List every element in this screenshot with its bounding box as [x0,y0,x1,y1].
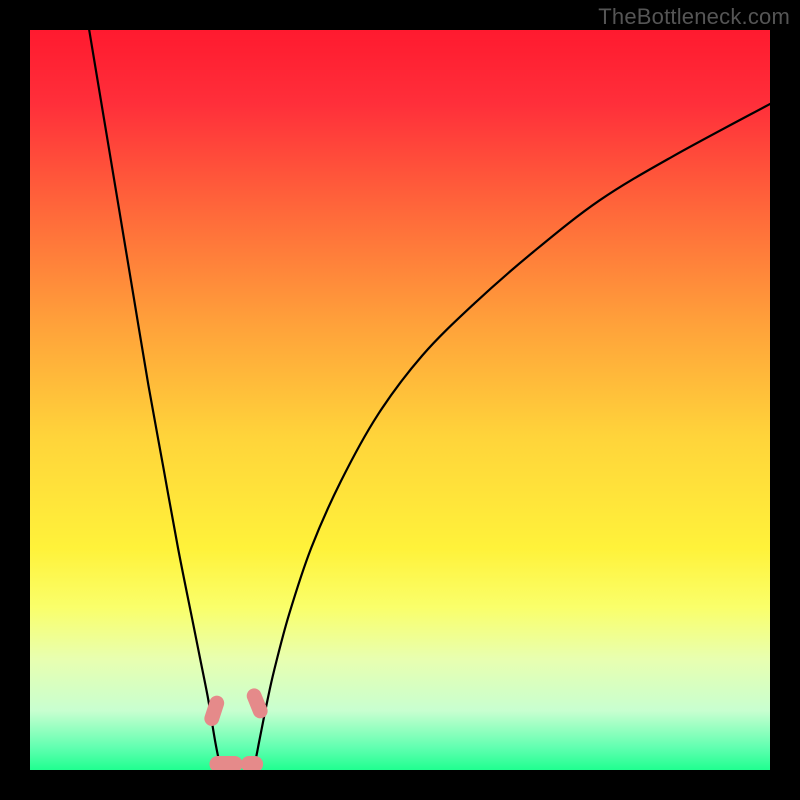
watermark-text: TheBottleneck.com [598,4,790,30]
chart-background [30,30,770,770]
bottleneck-chart [30,30,770,770]
marker-m3 [209,756,242,770]
marker-m4 [241,756,263,770]
chart-svg [30,30,770,770]
